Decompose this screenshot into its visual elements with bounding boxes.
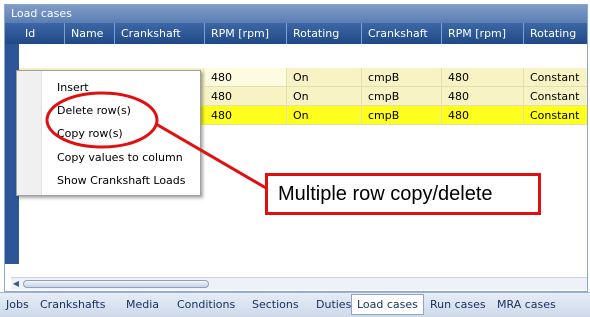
cell-rpm[interactable]: 480 (205, 68, 287, 87)
column-header-rotating-2[interactable]: Rotating (524, 23, 587, 44)
menu-gutter (17, 71, 42, 195)
cell-crankshaft[interactable]: cmpB (362, 87, 442, 106)
cell-rotating-2[interactable]: Constant (524, 87, 587, 106)
cell-rpm-2[interactable]: 480 (442, 87, 524, 106)
column-header-crankshaft-2[interactable]: Crankshaft (362, 23, 442, 44)
cell-rotating[interactable]: On (287, 68, 362, 87)
tab-sections[interactable]: Sections (252, 295, 299, 314)
tab-conditions[interactable]: Conditions (177, 295, 235, 314)
cell-rotating[interactable]: On (287, 106, 362, 125)
column-header-id[interactable]: Id (19, 23, 65, 44)
column-header-rpm-2[interactable]: RPM [rpm] (442, 23, 524, 44)
cell-rotating[interactable]: On (287, 87, 362, 106)
menu-item-insert[interactable]: Insert (57, 79, 89, 97)
column-header-name[interactable]: Name (65, 23, 115, 44)
cell-rotating-2[interactable]: Constant (524, 106, 587, 125)
callout-box: Multiple row copy/delete (265, 173, 541, 215)
tab-media[interactable]: Media (126, 295, 159, 314)
column-header-rpm[interactable]: RPM [rpm] (205, 23, 287, 44)
cell-rpm[interactable]: 480 (205, 106, 287, 125)
tab-jobs[interactable]: Jobs (6, 295, 29, 314)
scrollbar-thumb[interactable] (23, 280, 209, 288)
tab-run-cases[interactable]: Run cases (430, 295, 486, 314)
menu-item-copy-values-to-column[interactable]: Copy values to column (57, 149, 183, 167)
cell-crankshaft[interactable]: cmpB (362, 68, 442, 87)
grid-header: Id Name Crankshaft RPM [rpm] Rotating Cr… (5, 23, 587, 44)
cell-rpm[interactable]: 480 (205, 87, 287, 106)
column-header-rotating[interactable]: Rotating (287, 23, 362, 44)
horizontal-scrollbar[interactable]: ◀ (11, 277, 587, 290)
menu-item-delete-rows[interactable]: Delete row(s) (57, 102, 131, 120)
column-header-crankshaft[interactable]: Crankshaft (115, 23, 205, 44)
menu-item-show-crankshaft-loads[interactable]: Show Crankshaft Loads (57, 172, 186, 190)
panel-title: Load cases (5, 5, 587, 23)
context-menu: Insert Delete row(s) Copy row(s) Copy va… (16, 70, 201, 196)
menu-item-copy-rows[interactable]: Copy row(s) (57, 125, 123, 143)
bottom-tab-bar: Jobs Crankshafts Media Conditions Sectio… (0, 292, 590, 317)
cell-rpm-2[interactable]: 480 (442, 68, 524, 87)
tab-crankshafts[interactable]: Crankshafts (40, 295, 105, 314)
cell-rpm-2[interactable]: 480 (442, 106, 524, 125)
scroll-left-icon[interactable]: ◀ (11, 279, 21, 289)
cell-crankshaft[interactable]: cmpB (362, 106, 442, 125)
tab-mra-cases[interactable]: MRA cases (497, 295, 556, 314)
tab-duties[interactable]: Duties (316, 295, 351, 314)
tab-load-cases[interactable]: Load cases (351, 294, 424, 315)
cell-rotating-2[interactable]: Constant (524, 68, 587, 87)
